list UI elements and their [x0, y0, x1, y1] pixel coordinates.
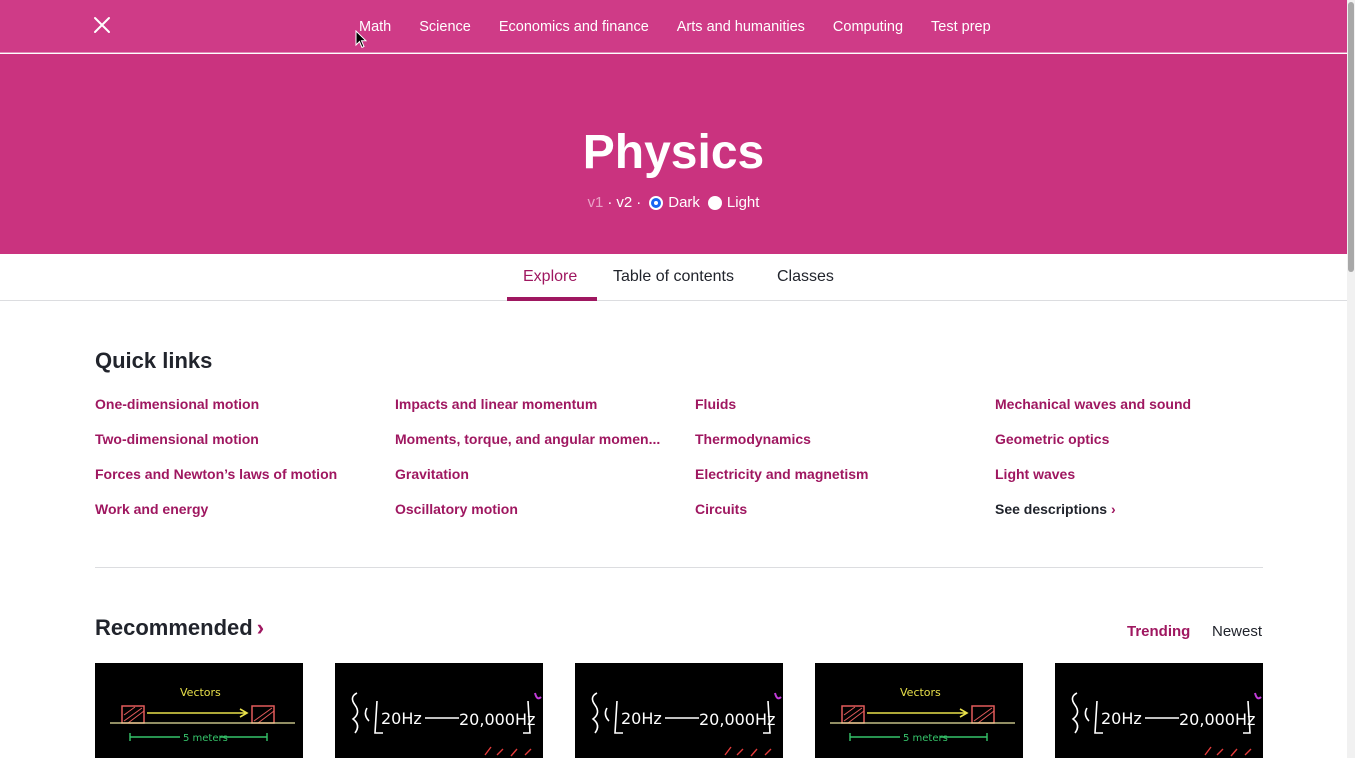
subject-nav: Math Science Economics and finance Arts … — [359, 0, 1019, 53]
section-divider — [95, 567, 1263, 568]
tab-table-of-contents[interactable]: Table of contents — [613, 268, 734, 286]
video-thumbnail[interactable]: 20Hz 20,000Hz — [335, 663, 543, 758]
light-theme-label[interactable]: Light — [727, 194, 760, 211]
chevron-right-icon: › — [1111, 501, 1116, 517]
scrollbar-thumb[interactable] — [1348, 2, 1354, 272]
quick-links-column: One-dimensional motion Two-dimensional m… — [95, 396, 375, 536]
version-theme-switcher: v1 · v2 · Dark Light — [0, 194, 1347, 211]
dark-theme-label[interactable]: Dark — [668, 194, 700, 211]
nav-item-computing[interactable]: Computing — [833, 19, 903, 35]
svg-text:20Hz: 20Hz — [1101, 709, 1142, 728]
tab-explore[interactable]: Explore — [523, 268, 577, 286]
svg-text:5 meters: 5 meters — [903, 733, 948, 744]
mouse-cursor-icon — [355, 29, 368, 54]
tab-classes[interactable]: Classes — [777, 268, 834, 286]
video-thumbnail[interactable]: 20Hz 20,000Hz — [575, 663, 783, 758]
frequency-sketch-image: 20Hz 20,000Hz — [1071, 692, 1262, 757]
recommended-label: Recommended — [95, 615, 253, 640]
svg-text:20,000Hz: 20,000Hz — [459, 710, 535, 729]
page-scrollbar[interactable] — [1347, 0, 1355, 758]
quick-links-column: Fluids Thermodynamics Electricity and ma… — [695, 396, 975, 536]
quick-link[interactable]: Fluids — [695, 396, 975, 431]
svg-text:20,000Hz: 20,000Hz — [699, 710, 775, 729]
nav-item-arts-and-humanities[interactable]: Arts and humanities — [677, 19, 805, 35]
quick-link[interactable]: Oscillatory motion — [395, 501, 675, 536]
content-tabs: Explore Table of contents Classes — [0, 254, 1347, 301]
nav-item-test-prep[interactable]: Test prep — [931, 19, 991, 35]
close-icon[interactable] — [93, 16, 111, 34]
quick-links-column: Impacts and linear momentum Moments, tor… — [395, 396, 675, 536]
quick-link[interactable]: Electricity and magnetism — [695, 466, 975, 501]
frequency-sketch-image: 20Hz 20,000Hz — [591, 692, 782, 757]
svg-text:5 meters: 5 meters — [183, 733, 228, 744]
active-tab-indicator — [507, 297, 597, 301]
quick-links-column: Mechanical waves and sound Geometric opt… — [995, 396, 1275, 536]
version-v1-link[interactable]: v1 — [588, 194, 604, 211]
svg-text:Vectors: Vectors — [900, 686, 941, 699]
dark-theme-radio[interactable] — [649, 195, 664, 210]
quick-link[interactable]: Mechanical waves and sound — [995, 396, 1275, 431]
quick-link[interactable]: Forces and Newton’s laws of motion — [95, 466, 375, 501]
quick-links-heading: Quick links — [95, 348, 213, 373]
top-navigation-bar: Math Science Economics and finance Arts … — [0, 0, 1347, 53]
page-title: Physics — [582, 126, 765, 179]
quick-link[interactable]: One-dimensional motion — [95, 396, 375, 431]
video-thumbnail[interactable]: 20Hz 20,000Hz — [1055, 663, 1263, 758]
chevron-right-icon: › — [256, 615, 265, 640]
separator: · — [607, 194, 613, 211]
quick-link[interactable]: Two-dimensional motion — [95, 431, 375, 466]
frequency-sketch-image: 20Hz 20,000Hz — [351, 692, 542, 757]
see-descriptions-link[interactable]: See descriptions › — [995, 501, 1275, 536]
quick-link[interactable]: Gravitation — [395, 466, 675, 501]
separator: · — [636, 194, 642, 211]
svg-text:20Hz: 20Hz — [381, 709, 422, 728]
quick-link[interactable]: Circuits — [695, 501, 975, 536]
light-theme-radio[interactable] — [707, 195, 722, 210]
hero-banner: Physics v1 · v2 · Dark Light — [0, 54, 1347, 254]
see-descriptions-label: See descriptions — [995, 501, 1108, 517]
svg-text:Vectors: Vectors — [180, 686, 221, 699]
video-thumbnail[interactable]: Vectors 5 meters — [95, 663, 303, 758]
recommended-heading[interactable]: Recommended › — [95, 615, 264, 641]
video-thumbnail[interactable]: Vectors 5 meters — [815, 663, 1023, 758]
quick-link[interactable]: Light waves — [995, 466, 1275, 501]
quick-link[interactable]: Impacts and linear momentum — [395, 396, 675, 431]
nav-item-science[interactable]: Science — [419, 19, 471, 35]
sort-newest-button[interactable]: Newest — [1212, 623, 1262, 640]
quick-link[interactable]: Moments, torque, and angular momen... — [395, 431, 675, 466]
quick-link[interactable]: Work and energy — [95, 501, 375, 536]
vectors-sketch-image: Vectors 5 meters — [830, 686, 1015, 744]
version-v2-link[interactable]: v2 — [616, 194, 632, 211]
vectors-sketch-image: Vectors 5 meters — [110, 686, 295, 744]
sort-trending-button[interactable]: Trending — [1127, 623, 1190, 640]
svg-text:20Hz: 20Hz — [621, 709, 662, 728]
quick-link[interactable]: Thermodynamics — [695, 431, 975, 466]
quick-link[interactable]: Geometric optics — [995, 431, 1275, 466]
nav-item-economics-and-finance[interactable]: Economics and finance — [499, 19, 649, 35]
svg-text:20,000Hz: 20,000Hz — [1179, 710, 1255, 729]
